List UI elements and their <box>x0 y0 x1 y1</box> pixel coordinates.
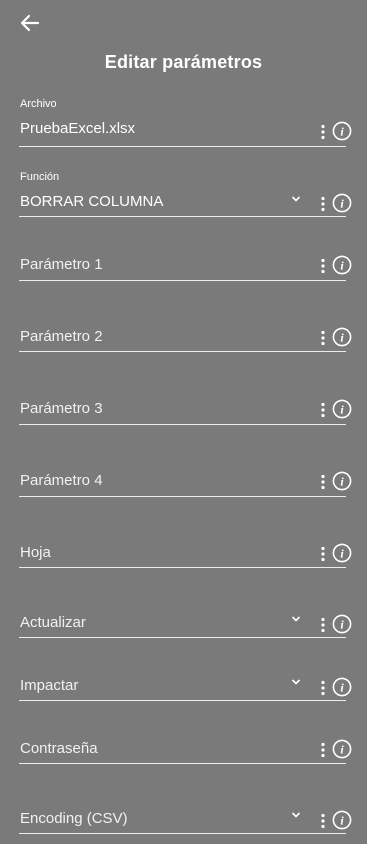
info-icon[interactable]: i <box>332 399 352 419</box>
parametro-1-field[interactable]: Parámetro 1 i <box>19 254 352 284</box>
funcion-value[interactable]: BORRAR COLUMNA <box>20 193 163 210</box>
svg-text:i: i <box>340 125 344 139</box>
impactar-field[interactable]: Impactar i <box>19 675 352 705</box>
info-icon[interactable]: i <box>332 193 352 213</box>
parametro-4-underline <box>19 496 346 497</box>
info-icon[interactable]: i <box>332 471 352 491</box>
parametro-2-placeholder[interactable]: Parámetro 2 <box>20 328 103 345</box>
page-title: Editar parámetros <box>104 52 263 72</box>
svg-text:i: i <box>340 547 344 561</box>
archivo-field[interactable]: Archivo PruebaExcel.xlsx i <box>19 96 352 148</box>
svg-text:i: i <box>340 618 344 632</box>
archivo-label: Archivo <box>20 98 57 110</box>
hoja-underline <box>19 567 346 568</box>
encoding-underline <box>19 833 346 834</box>
info-icon[interactable]: i <box>332 810 352 830</box>
actualizar-underline <box>19 637 346 638</box>
chevron-down-icon[interactable] <box>291 614 301 624</box>
parametro-4-field[interactable]: Parámetro 4 i <box>19 470 352 500</box>
more-vertical-icon[interactable] <box>320 124 326 140</box>
impactar-placeholder[interactable]: Impactar <box>20 677 78 694</box>
info-icon[interactable]: i <box>332 255 352 275</box>
info-icon[interactable]: i <box>332 543 352 563</box>
more-vertical-icon[interactable] <box>320 330 326 346</box>
contrasena-field[interactable]: Contraseña i <box>19 738 352 768</box>
archivo-value[interactable]: PruebaExcel.xlsx <box>20 120 135 137</box>
actualizar-placeholder[interactable]: Actualizar <box>20 614 86 631</box>
archivo-underline <box>19 146 346 147</box>
info-icon[interactable]: i <box>332 739 352 759</box>
svg-text:i: i <box>340 681 344 695</box>
funcion-field[interactable]: Función BORRAR COLUMNA i <box>19 170 352 220</box>
svg-text:i: i <box>340 331 344 345</box>
parametro-4-placeholder[interactable]: Parámetro 4 <box>20 472 103 489</box>
svg-text:i: i <box>340 475 344 489</box>
more-vertical-icon[interactable] <box>320 680 326 696</box>
hoja-field[interactable]: Hoja i <box>19 542 352 572</box>
actualizar-field[interactable]: Actualizar i <box>19 612 352 642</box>
more-vertical-icon[interactable] <box>320 617 326 633</box>
parametro-1-placeholder[interactable]: Parámetro 1 <box>20 256 103 273</box>
back-button[interactable] <box>18 12 42 34</box>
chevron-down-icon[interactable] <box>291 194 301 204</box>
info-icon[interactable]: i <box>332 614 352 634</box>
contrasena-underline <box>19 763 346 764</box>
svg-text:i: i <box>340 197 344 211</box>
parametro-2-underline <box>19 351 346 352</box>
arrow-left-icon <box>20 14 40 32</box>
chevron-down-icon[interactable] <box>291 810 301 820</box>
svg-text:i: i <box>340 403 344 417</box>
hoja-placeholder[interactable]: Hoja <box>20 544 51 561</box>
contrasena-placeholder[interactable]: Contraseña <box>20 740 98 757</box>
more-vertical-icon[interactable] <box>320 196 326 212</box>
more-vertical-icon[interactable] <box>320 258 326 274</box>
chevron-down-icon[interactable] <box>291 677 301 687</box>
parametro-3-placeholder[interactable]: Parámetro 3 <box>20 400 103 417</box>
svg-text:i: i <box>340 814 344 828</box>
funcion-label: Función <box>20 171 60 183</box>
more-vertical-icon[interactable] <box>320 813 326 829</box>
parametro-3-underline <box>19 424 346 425</box>
more-vertical-icon[interactable] <box>320 402 326 418</box>
encoding-field[interactable]: Encoding (CSV) i <box>19 808 352 838</box>
info-icon[interactable]: i <box>332 677 352 697</box>
more-vertical-icon[interactable] <box>320 546 326 562</box>
more-vertical-icon[interactable] <box>320 742 326 758</box>
svg-text:i: i <box>340 259 344 273</box>
impactar-underline <box>19 700 346 701</box>
parametro-3-field[interactable]: Parámetro 3 i <box>19 398 352 428</box>
parametro-2-field[interactable]: Parámetro 2 i <box>19 326 352 356</box>
info-icon[interactable]: i <box>332 327 352 347</box>
more-vertical-icon[interactable] <box>320 474 326 490</box>
funcion-underline <box>19 216 346 217</box>
info-icon[interactable]: i <box>332 121 352 141</box>
encoding-placeholder[interactable]: Encoding (CSV) <box>20 810 128 827</box>
parametro-1-underline <box>19 280 346 281</box>
svg-text:i: i <box>340 743 344 757</box>
